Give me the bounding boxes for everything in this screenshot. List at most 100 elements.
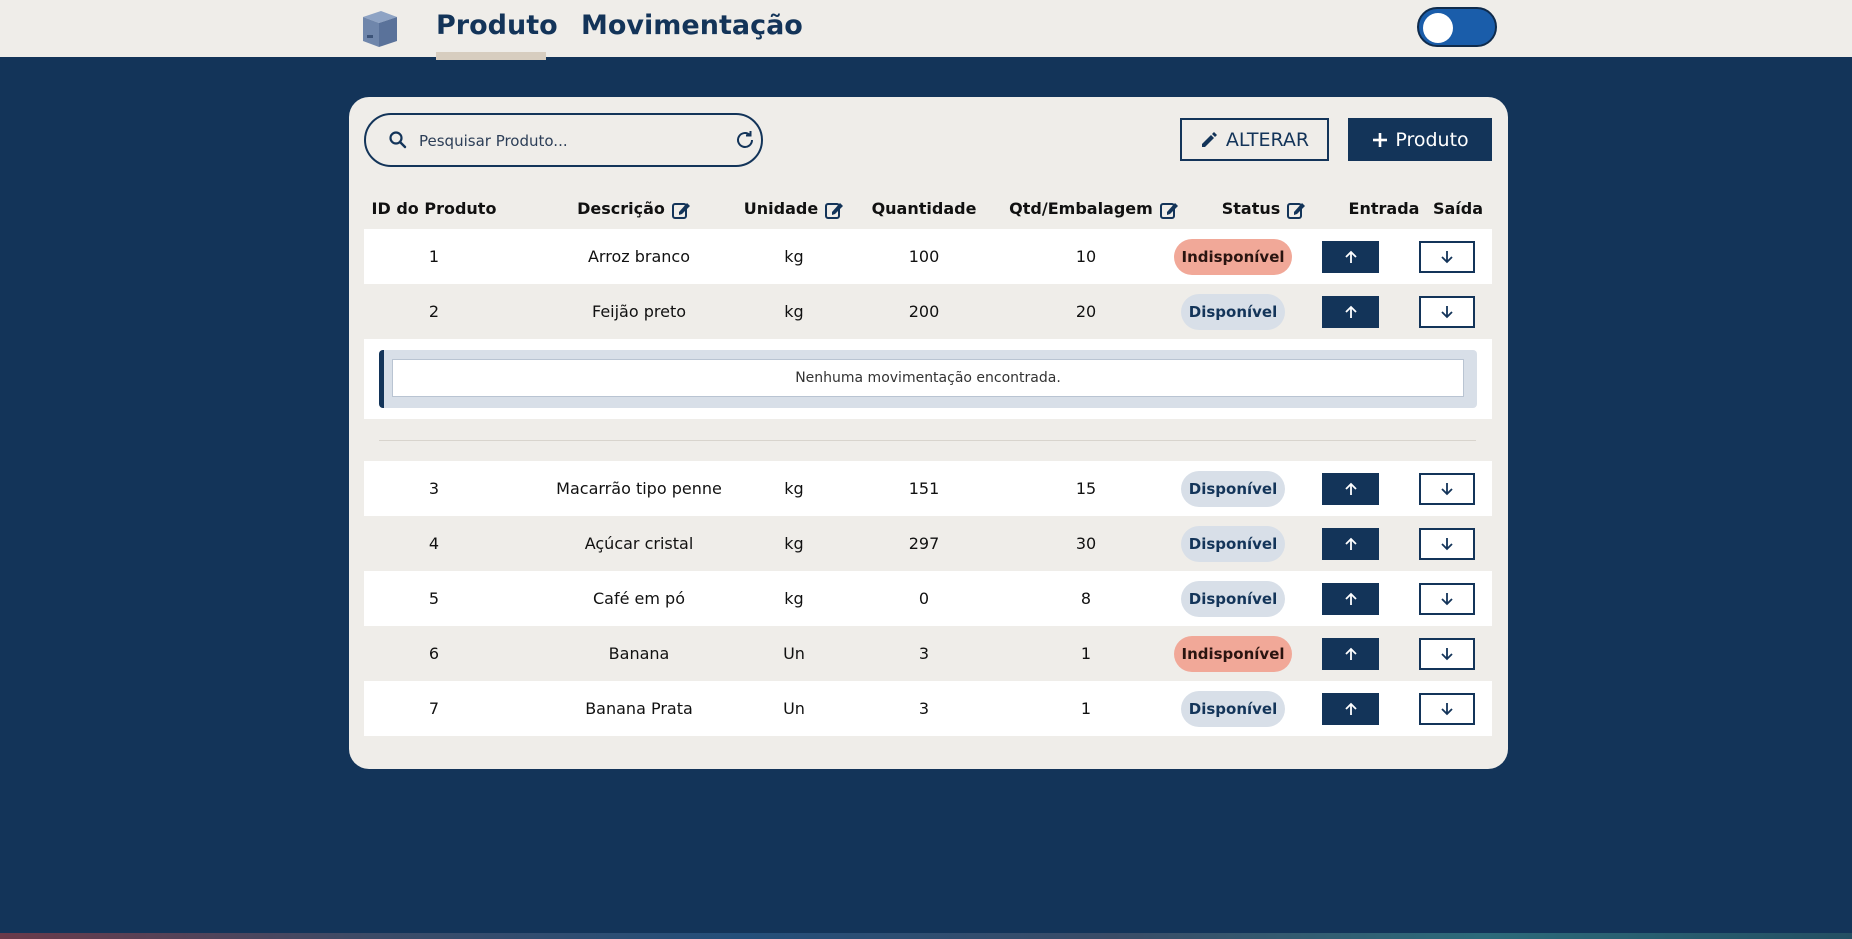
- movement-details: Nenhuma movimentação encontrada.: [364, 339, 1492, 419]
- header-saida: Saída: [1432, 199, 1484, 218]
- cell-id: 6: [428, 644, 440, 663]
- table-row[interactable]: 4 Açúcar cristal kg 297 30 Disponível: [364, 516, 1492, 571]
- table-header: ID do Produto Descrição Unidade Quantida…: [364, 189, 1492, 229]
- cell-unidade: kg: [784, 247, 804, 266]
- entrada-button[interactable]: [1322, 241, 1379, 273]
- arrow-down-icon: [1441, 648, 1453, 661]
- alterar-button[interactable]: ALTERAR: [1180, 118, 1329, 161]
- table-row[interactable]: 1 Arroz branco kg 100 10 Indisponível: [364, 229, 1492, 284]
- theme-toggle[interactable]: [1417, 7, 1497, 47]
- products-card: ALTERAR Produto ID do Produto Descrição …: [349, 97, 1508, 769]
- header-entrada: Entrada: [1348, 199, 1420, 218]
- saida-button[interactable]: [1419, 583, 1475, 615]
- tab-movimentacao[interactable]: Movimentação: [581, 6, 803, 52]
- plus-icon: [1373, 132, 1388, 147]
- cell-qtd-embalagem: 15: [1075, 479, 1097, 498]
- cell-quantidade: 0: [918, 589, 930, 608]
- header-quantidade: Quantidade: [871, 199, 977, 218]
- cell-quantidade: 297: [908, 534, 940, 553]
- arrow-up-icon: [1344, 305, 1357, 318]
- entrada-button[interactable]: [1322, 583, 1379, 615]
- cell-qtd-embalagem: 1: [1080, 699, 1092, 718]
- status-badge: Disponível: [1181, 581, 1285, 617]
- entrada-button[interactable]: [1322, 473, 1379, 505]
- alterar-label: ALTERAR: [1225, 128, 1310, 151]
- cell-qtd-embalagem: 10: [1075, 247, 1097, 266]
- arrow-down-icon: [1441, 306, 1453, 319]
- arrow-up-icon: [1344, 537, 1357, 550]
- arrow-up-icon: [1344, 702, 1357, 715]
- cell-unidade: kg: [784, 534, 804, 553]
- box-logo-icon: [363, 11, 397, 47]
- empty-movements-message: Nenhuma movimentação encontrada.: [392, 359, 1464, 397]
- saida-button[interactable]: [1419, 241, 1475, 273]
- cell-qtd-embalagem: 30: [1075, 534, 1097, 553]
- cell-unidade: kg: [784, 589, 804, 608]
- entrada-button[interactable]: [1322, 296, 1379, 328]
- cell-quantidade: 200: [908, 302, 940, 321]
- arrow-down-icon: [1441, 703, 1453, 716]
- cell-quantidade: 151: [908, 479, 940, 498]
- add-product-button[interactable]: Produto: [1348, 118, 1492, 161]
- table-row[interactable]: 6 Banana Un 3 1 Indisponível: [364, 626, 1492, 681]
- refresh-icon[interactable]: [733, 128, 757, 152]
- entrada-button[interactable]: [1322, 528, 1379, 560]
- arrow-up-icon: [1344, 647, 1357, 660]
- arrow-up-icon: [1344, 482, 1357, 495]
- cell-id: 3: [428, 479, 440, 498]
- status-badge: Disponível: [1181, 691, 1285, 727]
- movement-panel: Nenhuma movimentação encontrada.: [379, 350, 1477, 408]
- cell-qtd-embalagem: 20: [1075, 302, 1097, 321]
- cell-id: 5: [428, 589, 440, 608]
- add-product-label: Produto: [1395, 128, 1469, 151]
- edit-icon[interactable]: [671, 200, 691, 220]
- cell-quantidade: 100: [908, 247, 940, 266]
- saida-button[interactable]: [1419, 473, 1475, 505]
- header-id: ID do Produto: [371, 199, 497, 218]
- entrada-button[interactable]: [1322, 638, 1379, 670]
- saida-button[interactable]: [1419, 638, 1475, 670]
- status-badge: Indisponível: [1174, 636, 1292, 672]
- cell-qtd-embalagem: 8: [1080, 589, 1092, 608]
- saida-button[interactable]: [1419, 693, 1475, 725]
- status-badge: Disponível: [1181, 526, 1285, 562]
- edit-icon[interactable]: [1159, 200, 1179, 220]
- tab-produto[interactable]: Produto: [436, 6, 558, 60]
- cell-id: 2: [428, 302, 440, 321]
- search-icon: [389, 131, 407, 149]
- cell-unidade: Un: [783, 699, 805, 718]
- cell-id: 7: [428, 699, 440, 718]
- saida-button[interactable]: [1419, 528, 1475, 560]
- arrow-down-icon: [1441, 251, 1453, 264]
- bottom-strip: [0, 933, 1852, 939]
- cell-id: 4: [428, 534, 440, 553]
- header-status: Status: [1184, 189, 1344, 229]
- arrow-up-icon: [1344, 250, 1357, 263]
- search-box: [364, 113, 763, 167]
- arrow-down-icon: [1441, 483, 1453, 496]
- table-row[interactable]: 7 Banana Prata Un 3 1 Disponível: [364, 681, 1492, 736]
- cell-unidade: Un: [783, 644, 805, 663]
- table-row[interactable]: 3 Macarrão tipo penne kg 151 15 Disponív…: [364, 461, 1492, 516]
- search-input[interactable]: [419, 127, 709, 155]
- edit-icon[interactable]: [1286, 200, 1306, 220]
- cell-unidade: kg: [784, 302, 804, 321]
- cell-quantidade: 3: [918, 699, 930, 718]
- top-nav: Produto Movimentação: [0, 0, 1852, 60]
- cell-quantidade: 3: [918, 644, 930, 663]
- pencil-icon: [1201, 131, 1217, 147]
- edit-icon[interactable]: [824, 200, 844, 220]
- entrada-button[interactable]: [1322, 693, 1379, 725]
- header-qtd-embalagem: Qtd/Embalagem: [984, 189, 1204, 229]
- status-badge: Disponível: [1181, 471, 1285, 507]
- saida-button[interactable]: [1419, 296, 1475, 328]
- arrow-down-icon: [1441, 593, 1453, 606]
- toggle-knob: [1423, 13, 1453, 43]
- arrow-up-icon: [1344, 592, 1357, 605]
- status-badge: Disponível: [1181, 294, 1285, 330]
- cell-id: 1: [428, 247, 440, 266]
- table-row[interactable]: 2 Feijão preto kg 200 20 Disponível: [364, 284, 1492, 339]
- table-row[interactable]: 5 Café em pó kg 0 8 Disponível: [364, 571, 1492, 626]
- cell-unidade: kg: [784, 479, 804, 498]
- cell-qtd-embalagem: 1: [1080, 644, 1092, 663]
